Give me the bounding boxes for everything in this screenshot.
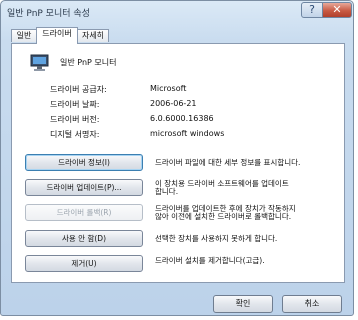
driver-details-button[interactable]: 드라이버 정보(I) xyxy=(25,154,143,171)
disable-device-button[interactable]: 사용 안 함(D) xyxy=(25,230,143,247)
rollback-driver-button: 드라이버 롤백(R) xyxy=(25,204,143,221)
cancel-button[interactable]: 취소 xyxy=(282,295,342,313)
version-label: 드라이버 버전: xyxy=(50,115,100,124)
update-driver-button[interactable]: 드라이버 업데이트(P)... xyxy=(25,179,143,196)
window-title: 일반 PnP 모니터 속성 xyxy=(7,9,90,19)
version-value: 6.0.6000.16386 xyxy=(150,114,214,123)
uninstall-driver-button[interactable]: 제거(U) xyxy=(25,255,143,272)
help-button[interactable]: ? xyxy=(301,2,323,18)
update-driver-description: 이 장치용 드라이버 소프트웨어를 업데이트 합니다. xyxy=(155,179,289,196)
provider-value: Microsoft xyxy=(150,84,187,93)
properties-window: 일반 PnP 모니터 속성 ? ✕ 일반 드라이버 자세히 일반 PnP 모니터… xyxy=(0,0,354,316)
provider-label: 드라이버 공급자: xyxy=(50,85,107,94)
uninstall-driver-description: 드라이버 설치를 제거합니다(고급). xyxy=(155,256,265,265)
disable-device-description: 선택한 장치를 사용하지 못하게 합니다. xyxy=(155,234,278,243)
ok-button[interactable]: 확인 xyxy=(213,295,273,313)
date-label: 드라이버 날짜: xyxy=(50,100,100,109)
driver-tab-panel: 일반 PnP 모니터 드라이버 공급자: Microsoft 드라이버 날짜: … xyxy=(11,43,345,283)
signer-value: microsoft windows xyxy=(150,129,225,138)
signer-label: 디지털 서명자: xyxy=(50,130,100,139)
tab-details[interactable]: 자세히 xyxy=(77,29,109,42)
device-name: 일반 PnP 모니터 xyxy=(60,58,117,67)
rollback-driver-description: 드라이버를 업데이트한 후에 장치가 작동하지 않아 이전에 설치한 드라이버로… xyxy=(155,204,296,221)
tab-driver[interactable]: 드라이버 xyxy=(36,27,78,44)
tab-general[interactable]: 일반 xyxy=(11,29,37,42)
monitor-icon xyxy=(30,54,49,71)
close-button[interactable]: ✕ xyxy=(322,2,352,18)
date-value: 2006-06-21 xyxy=(150,99,197,108)
title-bar[interactable]: 일반 PnP 모니터 속성 ? ✕ xyxy=(1,1,353,23)
driver-details-description: 드라이버 파일에 대한 세부 정보를 표시합니다. xyxy=(155,158,301,167)
